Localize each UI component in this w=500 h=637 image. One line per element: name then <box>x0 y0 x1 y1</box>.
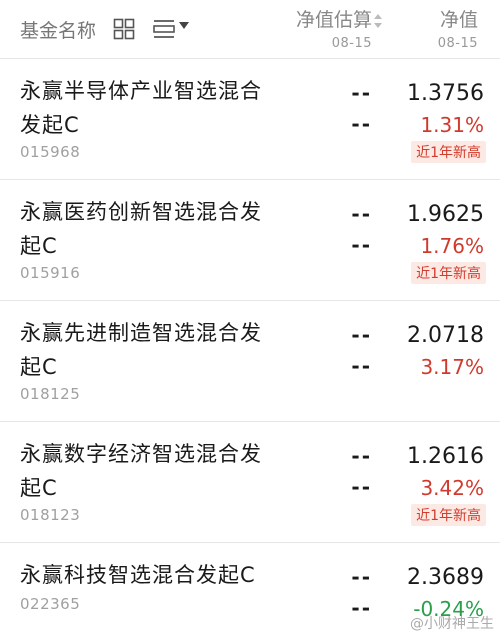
fund-row[interactable]: 永赢医药创新智选混合发起C 015916 -- -- 1.9625 1.76% … <box>0 180 500 301</box>
estimate-column-title: 净值估算 <box>295 9 372 31</box>
nav-value: 1.2616 <box>407 444 484 469</box>
estimate-change: -- <box>351 354 372 378</box>
watermark: @小财神王生 <box>410 616 494 632</box>
fund-code: 018123 <box>20 506 81 524</box>
estimate-column-date: 08-15 <box>331 36 372 51</box>
estimate-value: -- <box>351 323 372 347</box>
nav-value: 1.9625 <box>407 202 484 227</box>
fund-row[interactable]: 永赢数字经济智选混合发起C 018123 -- -- 1.2616 3.42% … <box>0 422 500 543</box>
fund-code: 018125 <box>20 385 81 403</box>
fund-code: 015916 <box>20 264 81 282</box>
nav-column-header[interactable]: 净值 08-15 <box>438 5 478 51</box>
fund-code: 015968 <box>20 143 81 161</box>
estimate-value: -- <box>351 444 372 468</box>
fund-name: 永赢科技智选混合发起C <box>20 563 256 587</box>
list-view-icon[interactable] <box>152 18 176 40</box>
one-year-high-badge: 近1年新高 <box>411 141 486 163</box>
fund-name-column-header: 基金名称 <box>20 20 97 42</box>
nav-change: 1.76% <box>420 234 484 258</box>
fund-name: 永赢数字经济智选混合发起C <box>20 442 262 500</box>
grid-view-icon[interactable] <box>113 18 135 40</box>
fund-name: 永赢半导体产业智选混合发起C <box>20 79 262 137</box>
estimate-change: -- <box>351 233 372 257</box>
nav-column-date: 08-15 <box>437 36 478 51</box>
nav-change: 1.31% <box>420 113 484 137</box>
nav-value: 2.0718 <box>407 323 484 348</box>
fund-row[interactable]: 永赢先进制造智选混合发起C 018125 -- -- 2.0718 3.17% <box>0 301 500 422</box>
nav-value: 1.3756 <box>407 81 484 106</box>
estimate-column-header[interactable]: 净值估算 08-15 <box>296 5 372 51</box>
fund-code: 022365 <box>20 595 81 613</box>
nav-value: 2.3689 <box>407 565 484 590</box>
nav-change: 3.42% <box>420 476 484 500</box>
estimate-change: -- <box>351 475 372 499</box>
fund-name: 永赢先进制造智选混合发起C <box>20 321 262 379</box>
estimate-change: -- <box>351 112 372 136</box>
estimate-change: -- <box>351 596 372 620</box>
nav-column-title: 净值 <box>439 9 478 31</box>
nav-change: 3.17% <box>420 355 484 379</box>
fund-name: 永赢医药创新智选混合发起C <box>20 200 262 258</box>
estimate-value: -- <box>351 81 372 105</box>
one-year-high-badge: 近1年新高 <box>411 262 486 284</box>
list-header: 基金名称 净值估算 08-15 净值 08-15 <box>0 0 500 59</box>
sort-arrows-icon[interactable] <box>374 14 382 28</box>
dropdown-icon[interactable] <box>179 22 189 29</box>
fund-row[interactable]: 永赢半导体产业智选混合发起C 015968 -- -- 1.3756 1.31%… <box>0 59 500 180</box>
one-year-high-badge: 近1年新高 <box>411 504 486 526</box>
estimate-value: -- <box>351 202 372 226</box>
estimate-value: -- <box>351 565 372 589</box>
